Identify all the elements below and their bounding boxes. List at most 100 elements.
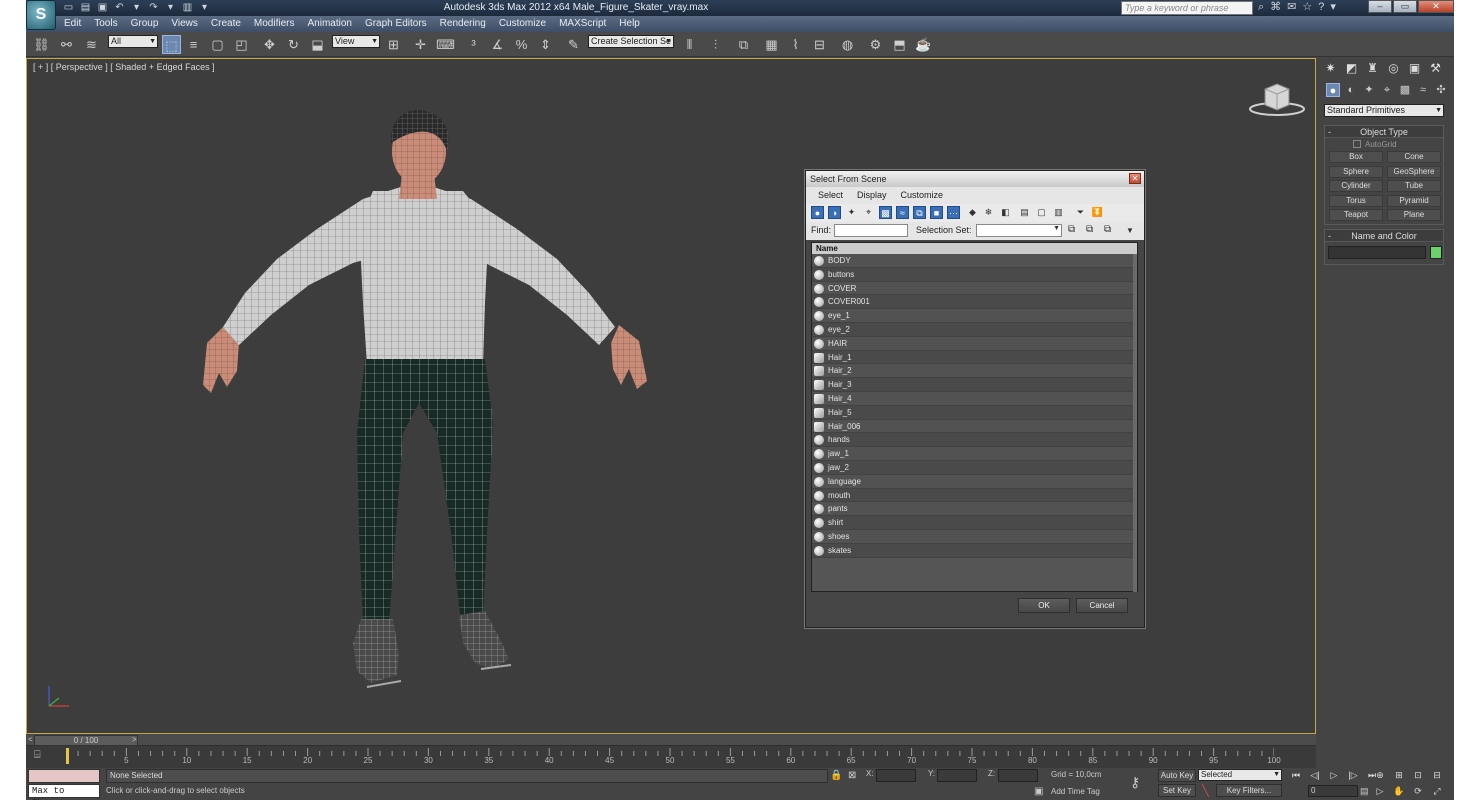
snaps-toggle-icon[interactable]: ³ bbox=[464, 35, 483, 54]
render-teapot-icon[interactable]: ☕ bbox=[914, 35, 933, 54]
viewport-label[interactable]: [ + ] [ Perspective ] [ Shaded + Edged F… bbox=[33, 62, 215, 72]
display-lights-icon[interactable]: ✦ bbox=[845, 206, 858, 219]
graphite-modeling-icon[interactable]: ▦ bbox=[762, 35, 781, 54]
z-coordinate-field[interactable] bbox=[998, 769, 1038, 782]
render-setup-icon[interactable]: ⚙ bbox=[866, 35, 885, 54]
list-item[interactable]: Hair_3 bbox=[812, 378, 1137, 392]
geometry-icon[interactable]: ● bbox=[1326, 83, 1340, 97]
selection-set-new-icon[interactable]: ⧉ bbox=[1068, 224, 1075, 235]
selection-set-remove-icon[interactable]: ⧉ bbox=[1104, 224, 1111, 235]
menu-group[interactable]: Group bbox=[131, 18, 159, 29]
unlink-icon[interactable]: ⚯ bbox=[57, 35, 76, 54]
set-key-button[interactable]: Set Key bbox=[1158, 784, 1196, 797]
dialog-title-bar[interactable]: Select From Scene ✕ bbox=[806, 171, 1144, 187]
auto-key-button[interactable]: Auto Key bbox=[1158, 769, 1196, 782]
find-input[interactable] bbox=[834, 224, 908, 237]
systems-icon[interactable]: ✣ bbox=[1434, 83, 1448, 97]
primitive-type-dropdown[interactable]: Standard Primitives bbox=[1324, 104, 1444, 117]
menu-edit[interactable]: Edit bbox=[64, 18, 81, 29]
display-cameras-icon[interactable]: ⌖ bbox=[862, 206, 875, 219]
viewcube-widget[interactable] bbox=[1247, 79, 1307, 122]
name-color-rollout-header[interactable]: Name and Color bbox=[1325, 230, 1443, 242]
pan-icon[interactable]: ✋ bbox=[1391, 785, 1407, 798]
plane-button[interactable]: Plane bbox=[1387, 209, 1441, 221]
list-item[interactable]: BODY bbox=[812, 254, 1137, 268]
list-item[interactable]: Hair_1 bbox=[812, 350, 1137, 365]
maxscript-listener-input[interactable] bbox=[28, 769, 100, 783]
select-object-icon[interactable]: ⬚ bbox=[162, 35, 181, 54]
list-item[interactable]: pants bbox=[812, 502, 1137, 517]
list-item[interactable]: shirt bbox=[812, 516, 1137, 530]
schematic-view-icon[interactable]: ⊟ bbox=[810, 35, 829, 54]
select-none-icon[interactable]: ▢ bbox=[1035, 206, 1048, 219]
layer-manager-icon[interactable]: ⧉ bbox=[734, 35, 753, 54]
time-next-icon[interactable]: > bbox=[132, 735, 137, 744]
motion-tab-icon[interactable]: ◎ bbox=[1385, 60, 1402, 77]
keyboard-shortcut-icon[interactable]: ⌨ bbox=[436, 35, 455, 54]
time-config-icon[interactable]: ▤ bbox=[1360, 786, 1369, 797]
cone-button[interactable]: Cone bbox=[1387, 151, 1441, 163]
object-color-swatch[interactable] bbox=[1430, 246, 1442, 259]
display-hidden-icon[interactable]: ◧ bbox=[999, 206, 1012, 219]
previous-frame-icon[interactable]: ◁| bbox=[1307, 769, 1323, 782]
time-slider-thumb[interactable]: 0 / 100 bbox=[34, 735, 138, 746]
search-input[interactable]: Type a keyword or phrase bbox=[1121, 1, 1253, 15]
key-filters-button[interactable]: Key Filters... bbox=[1216, 784, 1282, 797]
display-shapes-icon[interactable]: ◑ bbox=[828, 206, 841, 219]
communication-icon[interactable]: ✉ bbox=[1287, 1, 1296, 14]
field-of-view-icon[interactable]: ▷ bbox=[1372, 785, 1388, 798]
display-containers-icon[interactable]: ◆ bbox=[966, 206, 979, 219]
list-item[interactable]: shoes bbox=[812, 529, 1137, 544]
cancel-button[interactable]: Cancel bbox=[1076, 598, 1128, 613]
maxscript-output[interactable]: Max to Physc. bbox=[28, 784, 100, 800]
display-tab-icon[interactable]: ▣ bbox=[1406, 60, 1423, 77]
mirror-icon[interactable]: ⫴ bbox=[680, 35, 699, 54]
next-frame-icon[interactable]: |▷ bbox=[1345, 769, 1361, 782]
menu-animation[interactable]: Animation bbox=[307, 18, 351, 29]
display-bones-icon[interactable]: ⋯ bbox=[947, 206, 960, 219]
list-item[interactable]: jaw_2 bbox=[812, 460, 1137, 475]
y-coordinate-field[interactable] bbox=[937, 769, 977, 782]
zoom-icon[interactable]: ⊕ bbox=[1372, 769, 1388, 782]
play-icon[interactable]: ▷ bbox=[1326, 769, 1342, 782]
selection-set-add-icon[interactable]: ⧉ bbox=[1086, 224, 1093, 235]
list-item[interactable]: buttons bbox=[812, 267, 1137, 282]
list-item[interactable]: eye_2 bbox=[812, 322, 1137, 337]
menu-modifiers[interactable]: Modifiers bbox=[254, 18, 295, 29]
rendered-frame-icon[interactable]: ⬒ bbox=[890, 35, 909, 54]
menu-tools[interactable]: Tools bbox=[94, 18, 117, 29]
percent-snap-icon[interactable]: % bbox=[512, 35, 531, 54]
torus-button[interactable]: Torus bbox=[1329, 195, 1383, 207]
zoom-extents-icon[interactable]: ⊡ bbox=[1410, 769, 1426, 782]
curve-editor-icon[interactable]: ⌇ bbox=[786, 35, 805, 54]
menu-help[interactable]: Help bbox=[619, 18, 640, 29]
list-item[interactable]: hands bbox=[812, 433, 1137, 448]
modify-tab-icon[interactable]: ◩ bbox=[1343, 60, 1360, 77]
pivot-center-icon[interactable]: ⊞ bbox=[384, 35, 403, 54]
app-logo-icon[interactable]: S bbox=[26, 0, 56, 30]
bind-space-warp-icon[interactable]: ≋ bbox=[82, 35, 101, 54]
filter-icon[interactable]: ⏷ bbox=[1074, 206, 1087, 219]
list-item[interactable]: Hair_006 bbox=[812, 419, 1137, 434]
dialog-menu-customize[interactable]: Customize bbox=[901, 187, 944, 204]
shapes-icon[interactable]: ◐ bbox=[1344, 83, 1358, 97]
favorites-star-icon[interactable]: ☆ bbox=[1302, 1, 1312, 14]
scale-icon[interactable]: ⬓ bbox=[308, 35, 327, 54]
autogrid-checkbox[interactable]: AutoGrid bbox=[1353, 140, 1397, 149]
align-icon[interactable]: ⫶ bbox=[706, 35, 725, 54]
list-item[interactable]: eye_1 bbox=[812, 309, 1137, 323]
move-icon[interactable]: ✥ bbox=[260, 35, 279, 54]
sphere-button[interactable]: Sphere bbox=[1329, 166, 1383, 178]
helpers-icon[interactable]: ▩ bbox=[1398, 83, 1412, 97]
zoom-all-icon[interactable]: ⊞ bbox=[1391, 769, 1407, 782]
help-dropdown-icon[interactable]: ▾ bbox=[1330, 1, 1336, 14]
x-coordinate-field[interactable] bbox=[876, 769, 916, 782]
edit-named-sets-icon[interactable]: ✎ bbox=[564, 35, 583, 54]
list-item[interactable]: language bbox=[812, 474, 1137, 489]
orbit-icon[interactable]: ⟳ bbox=[1410, 785, 1426, 798]
selection-filter-dropdown[interactable]: All bbox=[108, 35, 158, 48]
utilities-tab-icon[interactable]: ⚒ bbox=[1427, 60, 1444, 77]
menu-customize[interactable]: Customize bbox=[499, 18, 546, 29]
object-name-input[interactable] bbox=[1328, 246, 1426, 259]
teapot-button[interactable]: Teapot bbox=[1329, 209, 1383, 221]
